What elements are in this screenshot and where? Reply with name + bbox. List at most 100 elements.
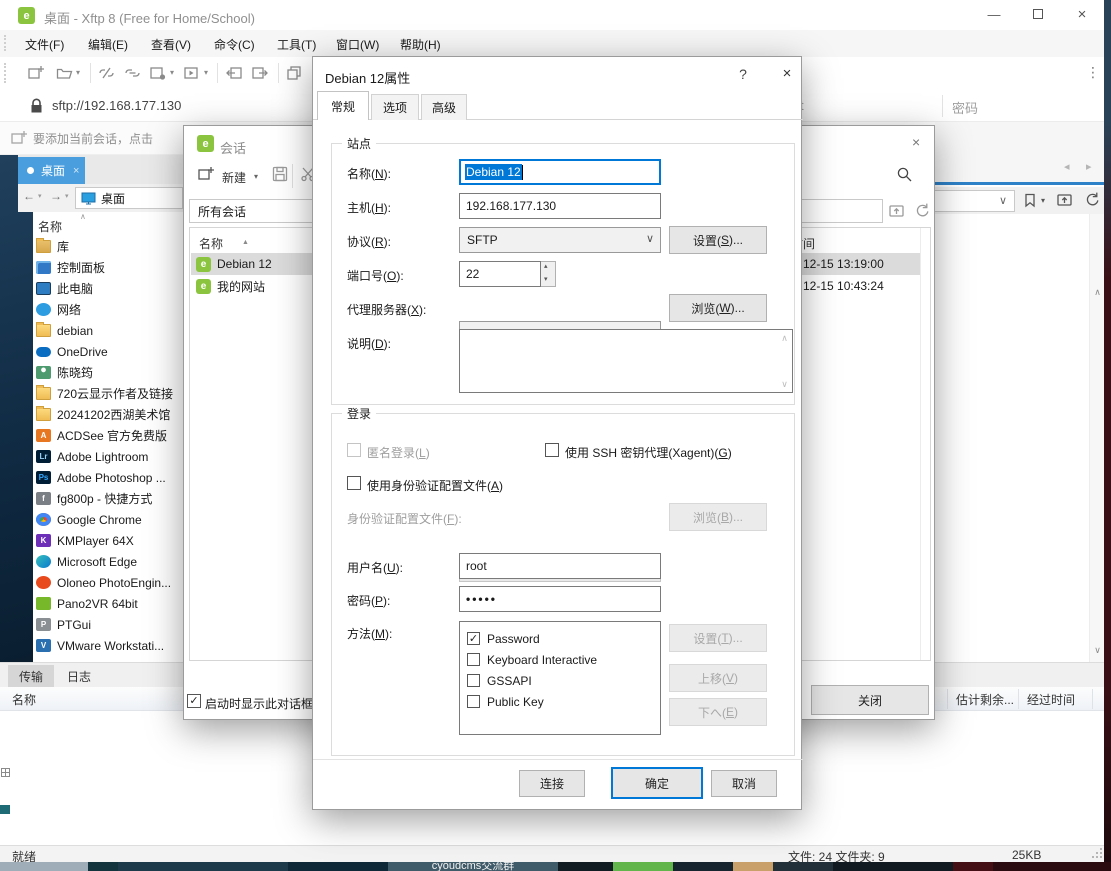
tab-desktop[interactable]: 桌面 × [18, 157, 85, 184]
port-input[interactable]: 22 [459, 261, 541, 287]
open-session-icon[interactable] [56, 65, 73, 81]
spin-down-icon[interactable]: ▾ [544, 275, 548, 283]
session-properties-icon[interactable] [150, 65, 167, 81]
reconnect-icon[interactable] [124, 65, 141, 81]
back-icon[interactable]: ← [23, 189, 35, 203]
disconnect-icon[interactable] [98, 65, 115, 81]
method-item[interactable]: Keyboard Interactive [467, 649, 653, 670]
search-icon[interactable] [896, 166, 913, 183]
transfer-left-icon[interactable] [226, 65, 243, 81]
scroll-up-icon[interactable]: ∧ [778, 332, 791, 344]
properties-close-icon[interactable]: × [775, 65, 799, 82]
refresh-icon[interactable] [913, 202, 931, 220]
proxy-browse-button[interactable]: 浏览(W)... [669, 294, 767, 322]
forward-caret-icon[interactable]: ▾ [65, 192, 69, 200]
ok-button[interactable]: 确定 [611, 767, 703, 799]
startup-checkbox[interactable] [187, 694, 201, 708]
tree-item[interactable]: 此电脑 [36, 279, 180, 298]
tree-item[interactable]: PPTGui [36, 615, 180, 634]
remote-path-caret-icon[interactable]: ∨ [999, 194, 1007, 207]
menu-view[interactable]: 查看(V) [151, 36, 191, 53]
spin-up-icon[interactable]: ▴ [544, 262, 548, 270]
run-script-caret-icon[interactable]: ▾ [204, 68, 208, 77]
maximize-button[interactable] [1016, 0, 1060, 28]
folder-up-icon[interactable] [888, 202, 906, 220]
address-input[interactable]: sftp://192.168.177.130 [52, 98, 181, 113]
protocol-settings-button[interactable]: 设置(S)... [669, 226, 767, 254]
tree-item[interactable]: 网络 [36, 300, 180, 319]
pane-next-icon[interactable]: ▸ [1086, 160, 1092, 173]
bookmark-caret-icon[interactable]: ▾ [1041, 196, 1045, 205]
tree-item[interactable]: Pano2VR 64bit [36, 594, 180, 613]
method-checkbox[interactable] [467, 653, 480, 666]
new-session-icon[interactable] [28, 65, 45, 81]
tree-item[interactable]: 库 [36, 237, 180, 256]
tab-close-icon[interactable]: × [73, 165, 79, 177]
pane-prev-icon[interactable]: ◂ [1064, 160, 1070, 173]
forward-icon[interactable]: → [50, 189, 62, 203]
session-properties-caret-icon[interactable]: ▾ [170, 68, 174, 77]
collapse-chevron-icon[interactable]: ∧ [80, 212, 86, 221]
new-session-caret-icon[interactable]: ▾ [254, 172, 258, 181]
new-session-button[interactable]: 新建 [222, 169, 246, 186]
tree-item[interactable]: 20241202西湖美术馆 [36, 405, 180, 424]
tree-item[interactable]: KKMPlayer 64X [36, 531, 180, 550]
tree-item[interactable]: Google Chrome [36, 510, 180, 529]
tree-item[interactable]: Microsoft Edge [36, 552, 180, 571]
tree-item[interactable]: debian [36, 321, 180, 340]
tree-item[interactable]: VVMware Workstati... [36, 636, 180, 655]
method-checkbox[interactable] [467, 632, 480, 645]
session-column-name[interactable]: 名称 [199, 235, 223, 252]
transfer-column-name[interactable]: 名称 [12, 691, 36, 708]
connect-button[interactable]: 连接 [519, 770, 585, 797]
method-checkbox[interactable] [467, 674, 480, 687]
password-input[interactable]: ••••• [459, 586, 661, 612]
tab-advanced[interactable]: 高级 [421, 94, 467, 120]
compare-windows-icon[interactable] [286, 65, 303, 81]
scroll-down-icon[interactable]: ∨ [778, 378, 791, 390]
auth-profile-checkbox[interactable] [347, 476, 361, 490]
tree-item[interactable]: 720云显示作者及链接 [36, 384, 180, 403]
method-item[interactable]: GSSAPI [467, 670, 653, 691]
close-session-dialog-button[interactable]: 关闭 [811, 685, 929, 715]
run-script-icon[interactable] [184, 65, 201, 81]
tree-item[interactable]: OneDrive [36, 342, 180, 361]
save-icon[interactable] [272, 166, 288, 182]
method-item[interactable]: Password [467, 628, 653, 649]
remote-scrollbar[interactable]: ∧ ∨ [1089, 214, 1104, 662]
startup-checkbox-label[interactable]: 启动时显示此对话框( [205, 695, 317, 712]
tree-item[interactable]: Oloneo PhotoEngin... [36, 573, 180, 592]
tree-item[interactable]: 控制面板 [36, 258, 180, 277]
menu-file[interactable]: 文件(F) [25, 36, 64, 53]
method-listbox[interactable]: Password Keyboard Interactive GSSAPI Pub… [459, 621, 661, 735]
new-session-icon[interactable] [198, 166, 216, 182]
menu-tools[interactable]: 工具(T) [277, 36, 316, 53]
open-session-caret-icon[interactable]: ▾ [76, 68, 80, 77]
protocol-combobox[interactable]: SFTP∨ [459, 227, 661, 253]
description-textarea[interactable]: ∧ ∨ [459, 329, 793, 393]
menu-command[interactable]: 命令(C) [214, 36, 255, 53]
tree-item[interactable]: LrAdobe Lightroom [36, 447, 180, 466]
method-checkbox[interactable] [467, 695, 480, 708]
host-input[interactable]: 192.168.177.130 [459, 193, 661, 219]
tree-column-name[interactable]: 名称 [38, 218, 62, 235]
refresh-icon[interactable] [1083, 191, 1101, 209]
port-spinner[interactable]: ▴ ▾ [541, 261, 556, 287]
cancel-button[interactable]: 取消 [711, 770, 777, 797]
tree-item[interactable]: ffg800p - 快捷方式 [36, 489, 180, 508]
tree-item[interactable]: 陈晓筠 [36, 363, 180, 382]
toolbar-overflow-icon[interactable]: ⋮ [1086, 64, 1100, 81]
transfer-column-elapsed[interactable]: 经过时间 [1027, 691, 1075, 708]
scroll-up-icon[interactable]: ∧ [1090, 284, 1104, 300]
ssh-agent-checkbox[interactable] [545, 443, 559, 457]
tab-general[interactable]: 常规 [317, 91, 369, 120]
resize-grip-icon[interactable] [1092, 856, 1094, 858]
scroll-down-icon[interactable]: ∨ [1090, 642, 1104, 658]
bookmark-icon[interactable] [1022, 192, 1038, 209]
session-dialog-close-icon[interactable]: × [912, 134, 920, 150]
transfer-right-icon[interactable] [252, 65, 269, 81]
username-input[interactable]: root [459, 553, 661, 579]
transfer-column-estimated[interactable]: 估计剩余... [956, 691, 1014, 708]
tree-item[interactable]: PsAdobe Photoshop ... [36, 468, 180, 487]
menu-edit[interactable]: 编辑(E) [88, 36, 128, 53]
